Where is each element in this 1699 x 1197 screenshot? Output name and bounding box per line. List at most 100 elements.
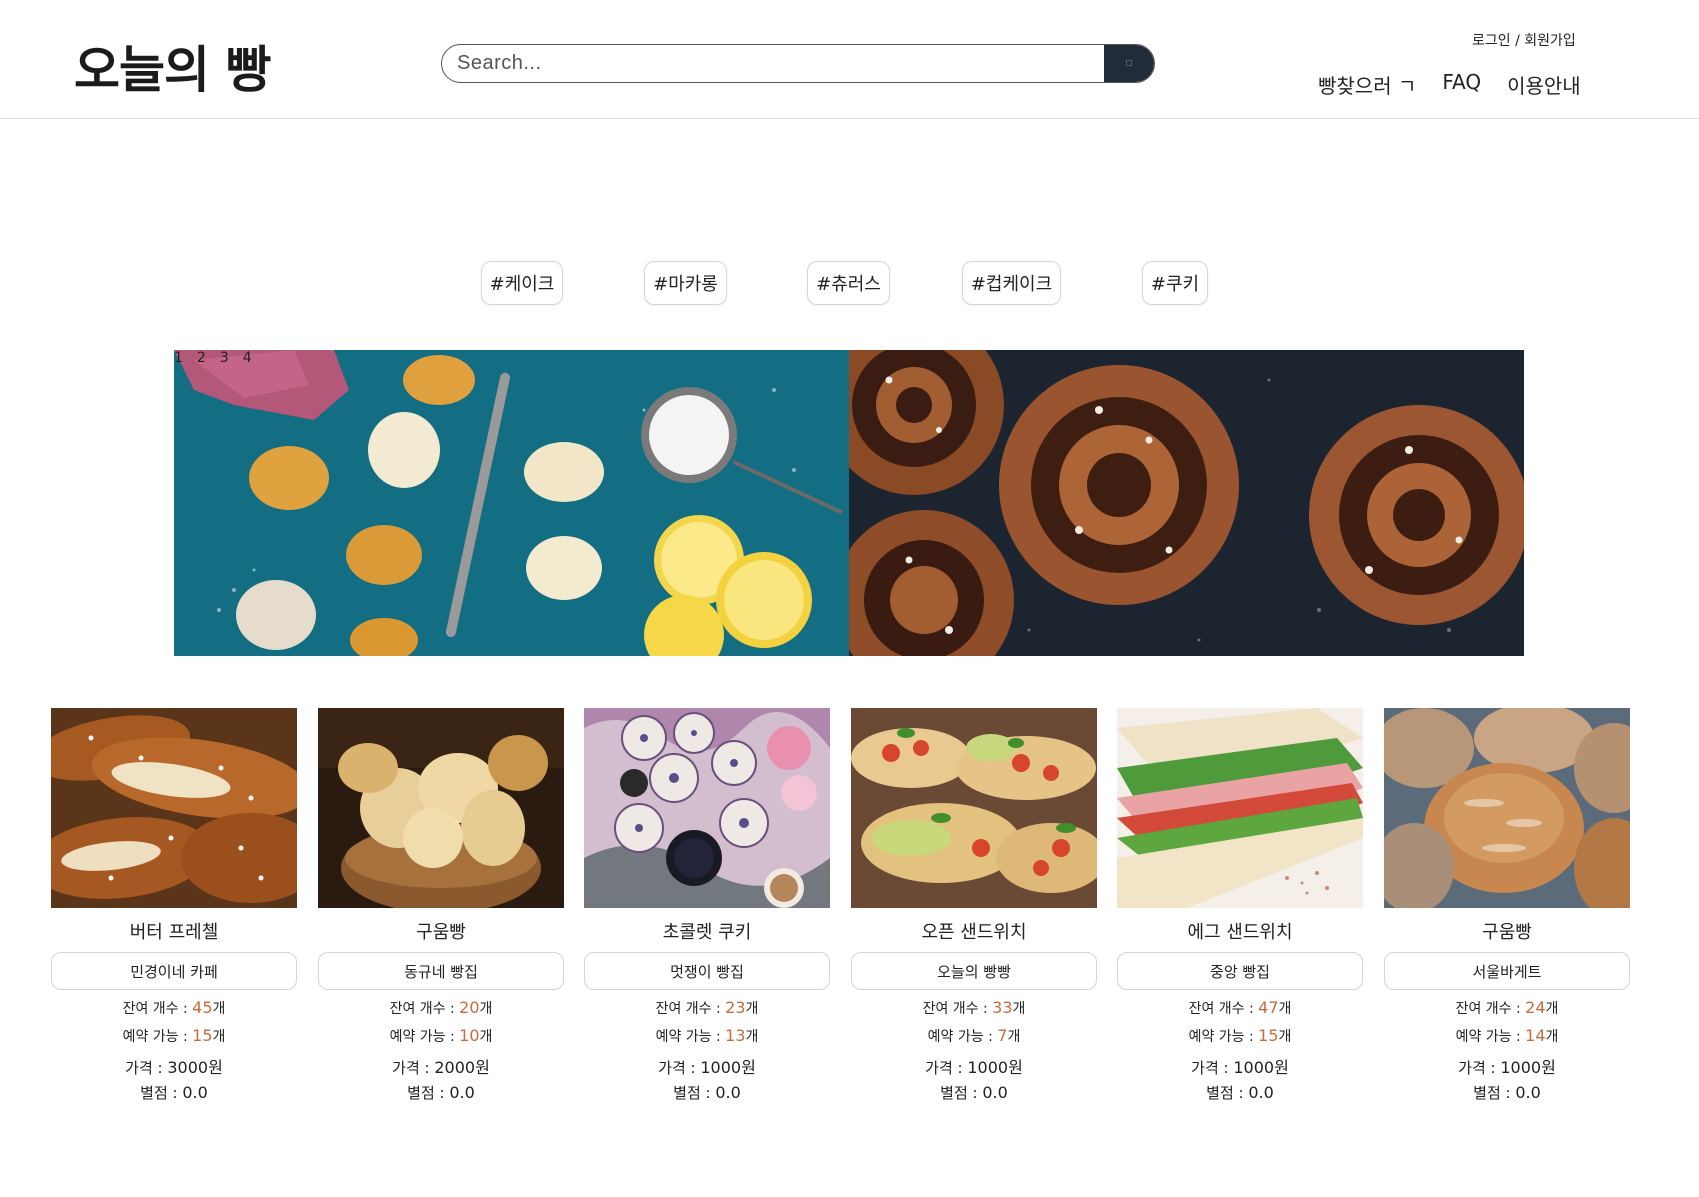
stock-unit: 개 xyxy=(1545,1001,1559,1017)
store-button[interactable]: 민경이네 카페 xyxy=(51,952,297,990)
reserve-label: 예약 가능 : xyxy=(389,1029,460,1045)
search-bar: □ xyxy=(441,44,1155,83)
product-image[interactable] xyxy=(1384,708,1630,908)
store-button[interactable]: 동규네 빵집 xyxy=(318,952,564,990)
price-label: 가격 : xyxy=(1191,1059,1234,1077)
product-card[interactable]: 에그 샌드위치 중앙 빵집 잔여 개수 : 47개 예약 가능 : 15개 가격… xyxy=(1116,708,1364,1102)
rustic-loaves-image xyxy=(1384,708,1630,908)
stock-label: 잔여 개수 : xyxy=(389,1001,460,1017)
product-card[interactable]: 구움빵 동규네 빵집 잔여 개수 : 20개 예약 가능 : 10개 가격 : … xyxy=(317,708,565,1102)
slide-madeleines xyxy=(174,350,849,656)
nav-faq[interactable]: FAQ xyxy=(1442,70,1481,99)
product-image[interactable] xyxy=(1117,708,1363,908)
login-link[interactable]: 로그인 xyxy=(1472,33,1511,49)
product-card[interactable]: 초콜렛 쿠키 멋쟁이 빵집 잔여 개수 : 23개 예약 가능 : 13개 가격… xyxy=(583,708,831,1102)
rating-value: 0.0 xyxy=(1248,1083,1274,1102)
rating-info: 별점 : 0.0 xyxy=(50,1082,298,1102)
price-label: 가격 : xyxy=(658,1059,701,1077)
stock-unit: 개 xyxy=(1278,1001,1292,1017)
stock-info: 잔여 개수 : 20개 xyxy=(317,998,565,1018)
rating-info: 별점 : 0.0 xyxy=(317,1082,565,1102)
auth-links: 로그인 / 회원가입 xyxy=(1472,30,1576,50)
tag-list: #케이크 #마카롱 #츄러스 #컵케이크 #쿠키 xyxy=(0,261,1699,307)
reserve-unit: 개 xyxy=(1278,1029,1292,1045)
product-name: 버터 프레첼 xyxy=(129,922,219,943)
price-info: 가격 : 1000원 xyxy=(583,1054,831,1077)
reserve-count: 15 xyxy=(192,1026,213,1045)
cinnamon-rolls-image xyxy=(849,350,1524,656)
signup-link[interactable]: 회원가입 xyxy=(1524,33,1576,49)
store-button[interactable]: 오늘의 빵빵 xyxy=(851,952,1097,990)
nav-find-bread[interactable]: 빵찾으러 ㄱ xyxy=(1318,70,1416,99)
tag-macaron[interactable]: #마카롱 xyxy=(644,261,727,305)
slider-dot-4[interactable]: 4 xyxy=(243,350,252,366)
reserve-unit: 개 xyxy=(212,1029,226,1045)
search-icon: □ xyxy=(1125,58,1133,69)
price-value: 2000원 xyxy=(434,1058,490,1077)
store-button[interactable]: 중앙 빵집 xyxy=(1117,952,1363,990)
image-slider[interactable] xyxy=(174,350,1524,656)
reserve-info: 예약 가능 : 13개 xyxy=(583,1026,831,1046)
tag-cookie[interactable]: #쿠키 xyxy=(1142,261,1208,305)
rating-value: 0.0 xyxy=(982,1083,1008,1102)
price-label: 가격 : xyxy=(925,1059,968,1077)
stock-count: 20 xyxy=(459,998,480,1017)
tag-cupcake[interactable]: #컵케이크 xyxy=(962,261,1061,305)
auth-separator: / xyxy=(1515,33,1520,49)
product-card[interactable]: 구움빵 서울바게트 잔여 개수 : 24개 예약 가능 : 14개 가격 : 1… xyxy=(1383,708,1631,1102)
stock-unit: 개 xyxy=(1012,1001,1026,1017)
sandwich-image xyxy=(1117,708,1363,908)
price-info: 가격 : 1000원 xyxy=(1383,1054,1631,1077)
reserve-label: 예약 가능 : xyxy=(927,1029,998,1045)
slider-dot-2[interactable]: 2 xyxy=(197,350,206,366)
product-image[interactable] xyxy=(318,708,564,908)
tag-churros[interactable]: #츄러스 xyxy=(807,261,890,305)
cookies-image xyxy=(584,708,830,908)
pretzel-image xyxy=(51,708,297,908)
slider-dot-3[interactable]: 3 xyxy=(220,350,229,366)
reserve-unit: 개 xyxy=(1545,1029,1559,1045)
stock-unit: 개 xyxy=(745,1001,759,1017)
product-name: 초콜렛 쿠키 xyxy=(662,922,752,943)
nav-guide[interactable]: 이용안내 xyxy=(1507,70,1581,99)
price-label: 가격 : xyxy=(392,1059,435,1077)
price-info: 가격 : 1000원 xyxy=(1116,1054,1364,1077)
stock-info: 잔여 개수 : 33개 xyxy=(850,998,1098,1018)
stock-label: 잔여 개수 : xyxy=(1455,1001,1526,1017)
reserve-label: 예약 가능 : xyxy=(122,1029,193,1045)
product-name: 오픈 샌드위치 xyxy=(921,922,1027,943)
price-value: 1000원 xyxy=(1233,1058,1289,1077)
rating-info: 별점 : 0.0 xyxy=(583,1082,831,1102)
site-logo[interactable]: 오늘의 빵 xyxy=(74,30,271,102)
price-info: 가격 : 2000원 xyxy=(317,1054,565,1077)
product-name: 구움빵 xyxy=(416,922,466,943)
stock-count: 23 xyxy=(725,998,746,1017)
site-header: 오늘의 빵 □ 로그인 / 회원가입 빵찾으러 ㄱ FAQ 이용안내 xyxy=(0,0,1699,119)
price-info: 가격 : 3000원 xyxy=(50,1054,298,1077)
product-card[interactable]: 버터 프레첼 민경이네 카페 잔여 개수 : 45개 예약 가능 : 15개 가… xyxy=(50,708,298,1102)
product-card[interactable]: 오픈 샌드위치 오늘의 빵빵 잔여 개수 : 33개 예약 가능 : 7개 가격… xyxy=(850,708,1098,1102)
rating-info: 별점 : 0.0 xyxy=(850,1082,1098,1102)
store-button[interactable]: 서울바게트 xyxy=(1384,952,1630,990)
stock-unit: 개 xyxy=(479,1001,493,1017)
store-button[interactable]: 멋쟁이 빵집 xyxy=(584,952,830,990)
rating-value: 0.0 xyxy=(182,1083,208,1102)
stock-count: 33 xyxy=(992,998,1013,1017)
reserve-info: 예약 가능 : 10개 xyxy=(317,1026,565,1046)
reserve-info: 예약 가능 : 15개 xyxy=(1116,1026,1364,1046)
rating-value: 0.0 xyxy=(1515,1083,1541,1102)
product-image[interactable] xyxy=(584,708,830,908)
product-image[interactable] xyxy=(51,708,297,908)
search-button[interactable]: □ xyxy=(1104,45,1154,82)
reserve-count: 10 xyxy=(459,1026,480,1045)
stock-count: 24 xyxy=(1525,998,1546,1017)
reserve-count: 15 xyxy=(1258,1026,1279,1045)
reserve-info: 예약 가능 : 7개 xyxy=(850,1026,1098,1046)
tag-cake[interactable]: #케이크 xyxy=(481,261,563,305)
search-input[interactable] xyxy=(442,45,1104,82)
bruschetta-image xyxy=(851,708,1097,908)
price-value: 1000원 xyxy=(700,1058,756,1077)
product-image[interactable] xyxy=(851,708,1097,908)
rating-info: 별점 : 0.0 xyxy=(1116,1082,1364,1102)
slider-dot-1[interactable]: 1 xyxy=(174,350,183,366)
